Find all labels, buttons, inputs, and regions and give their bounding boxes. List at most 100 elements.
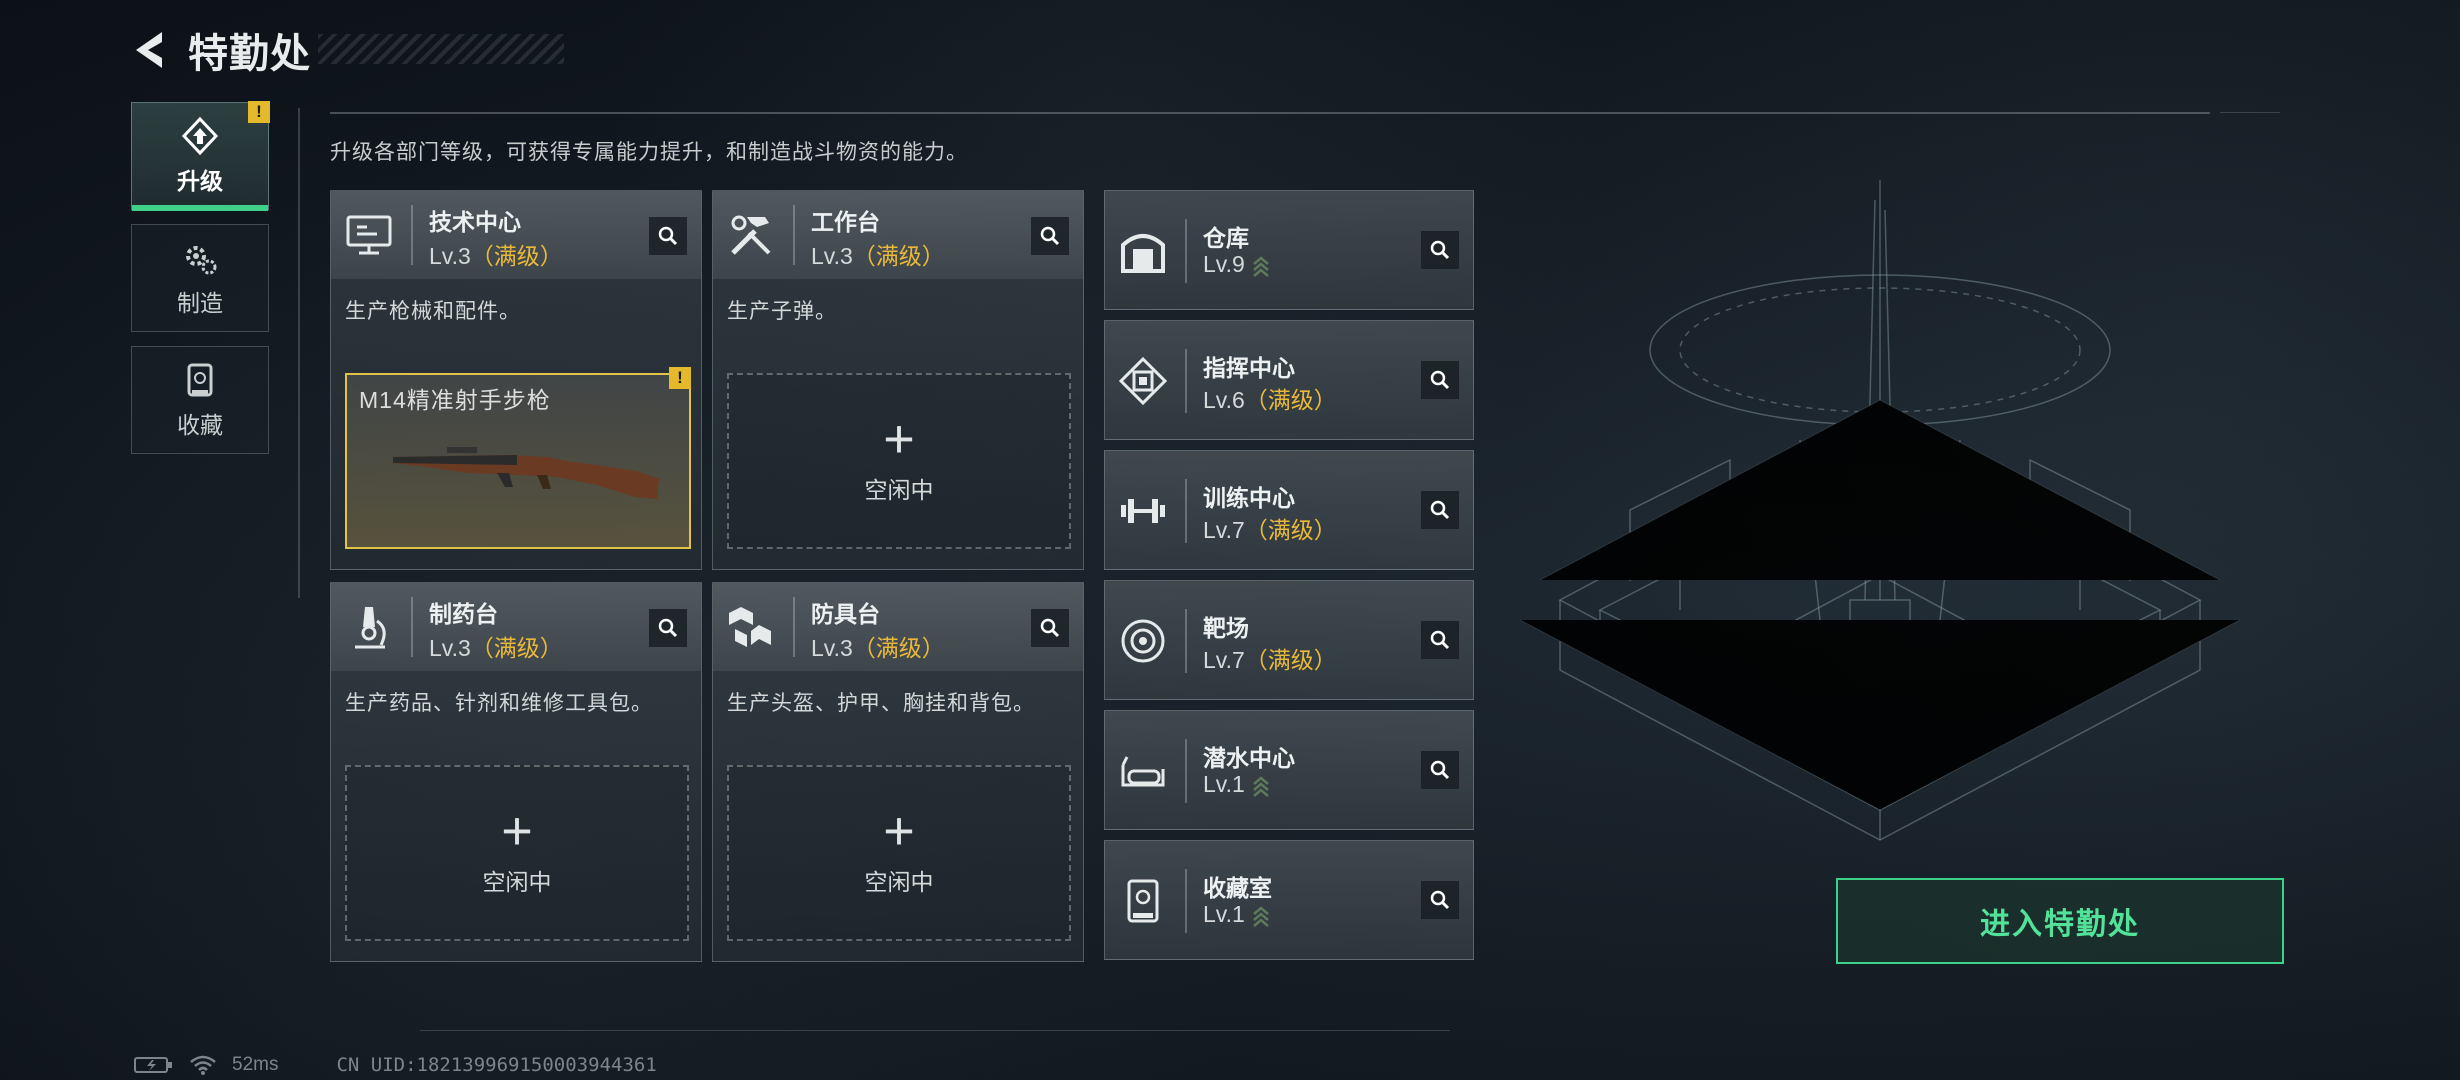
dept-name: 防具台: [811, 601, 880, 627]
facility-name: 靶场: [1203, 615, 1249, 641]
upgradable-chevron-icon: [1252, 776, 1269, 797]
inspect-button[interactable]: [1031, 217, 1069, 255]
dept-name: 工作台: [811, 209, 880, 235]
facility-level: Lv.1: [1203, 901, 1271, 928]
divider-vertical: [298, 108, 300, 598]
back-arrow-icon[interactable]: [128, 28, 172, 72]
wifi-icon: [190, 1055, 216, 1075]
separator: [411, 205, 413, 265]
separator: [793, 205, 795, 265]
nav-upgrade-label: 升级: [177, 168, 223, 194]
search-icon: [1430, 240, 1450, 260]
warehouse-icon: [1121, 234, 1165, 273]
inspect-button[interactable]: [1421, 231, 1459, 269]
dept-level: Lv.3（满级）: [811, 635, 945, 661]
card-header: 防具台 Lv.3（满级）: [713, 583, 1083, 671]
dept-level: Lv.3（满级）: [429, 243, 563, 269]
card-header: 制药台 Lv.3（满级）: [331, 583, 701, 671]
inspect-button[interactable]: [1421, 881, 1459, 919]
microscope-icon: [355, 607, 386, 649]
max-level-label: （满级）: [470, 635, 563, 661]
facility-collection-room[interactable]: 收藏室 Lv.1: [1104, 840, 1474, 960]
card-header: 工作台 Lv.3（满级）: [713, 191, 1083, 279]
cubes-icon: [729, 607, 771, 647]
building-wireframe-illustration: [1519, 180, 2241, 841]
dept-card-workbench[interactable]: 工作台 Lv.3（满级） 生产子弹。 + 空闲中: [712, 190, 1084, 570]
dept-card-tech-center[interactable]: 技术中心 Lv.3（满级） 生产枪械和配件。 M14精准射手步枪 !: [330, 190, 702, 570]
max-level-label: （满级）: [1244, 387, 1337, 413]
facility-name: 训练中心: [1203, 485, 1295, 511]
upgradable-chevron-icon: [1252, 256, 1269, 277]
search-icon: [1040, 226, 1060, 246]
inspect-button[interactable]: [649, 609, 687, 647]
upgradable-chevron-icon: [1252, 906, 1269, 927]
target-icon: [1121, 619, 1165, 663]
facility-warehouse[interactable]: 仓库 Lv.9: [1104, 190, 1474, 310]
empty-craft-slot[interactable]: + 空闲中: [727, 373, 1071, 549]
separator: [1185, 869, 1187, 933]
plus-icon: +: [883, 801, 915, 861]
plus-icon: +: [883, 409, 915, 469]
facility-command-center[interactable]: 指挥中心 Lv.6（满级）: [1104, 320, 1474, 440]
dept-description: 生产子弹。: [727, 300, 837, 323]
inspect-button[interactable]: [1421, 621, 1459, 659]
dept-name: 技术中心: [429, 209, 521, 235]
crafting-item-slot[interactable]: M14精准射手步枪 !: [345, 367, 691, 549]
search-icon: [1430, 890, 1450, 910]
warning-badge: !: [669, 367, 691, 389]
title-stripes-decoration: [318, 34, 564, 64]
facility-level: Lv.7（满级）: [1203, 647, 1337, 673]
plus-icon: +: [501, 801, 533, 861]
facility-shooting-range[interactable]: 靶场 Lv.7（满级）: [1104, 580, 1474, 700]
search-icon: [658, 226, 678, 246]
divider-horizontal: [330, 112, 2210, 114]
search-icon: [1430, 760, 1450, 780]
slot-status: 空闲中: [864, 869, 934, 895]
dept-description: 生产药品、针剂和维修工具包。: [345, 692, 653, 715]
facility-level: Lv.6（满级）: [1203, 387, 1337, 413]
inspect-button[interactable]: [1031, 609, 1069, 647]
facility-diving-center[interactable]: 潜水中心 Lv.1: [1104, 710, 1474, 830]
facility-level: Lv.7（满级）: [1203, 517, 1337, 543]
facility-level: Lv.9: [1203, 251, 1271, 278]
status-footer: 52ms CN UID:18213996915000394436​1: [134, 1054, 657, 1076]
inspect-button[interactable]: [1421, 751, 1459, 789]
nav-craft[interactable]: 制造: [131, 224, 269, 332]
empty-craft-slot[interactable]: + 空闲中: [345, 765, 689, 941]
facility-level: Lv.1: [1203, 771, 1271, 798]
empty-craft-slot[interactable]: + 空闲中: [727, 765, 1071, 941]
nav-upgrade[interactable]: 升级 !: [131, 101, 270, 211]
facility-name: 潜水中心: [1203, 745, 1295, 771]
search-icon: [1430, 370, 1450, 390]
inspect-button[interactable]: [1421, 361, 1459, 399]
bottom-decoration-line: [420, 1030, 1450, 1031]
inspect-button[interactable]: [1421, 491, 1459, 529]
dept-description: 生产枪械和配件。: [345, 300, 521, 323]
computer-icon: [346, 215, 392, 255]
dept-description: 生产头盔、护甲、胸挂和背包。: [727, 692, 1035, 715]
hammer-wrench-icon: [731, 215, 771, 255]
enter-button-label: 进入特勤处: [1980, 908, 2140, 941]
upgrade-description: 升级各部门等级，可获得专属能力提升，和制造战斗物资的能力。: [330, 141, 968, 164]
dept-card-armor[interactable]: 防具台 Lv.3（满级） 生产头盔、护甲、胸挂和背包。 + 空闲中: [712, 582, 1084, 962]
facility-training-center[interactable]: 训练中心 Lv.7（满级）: [1104, 450, 1474, 570]
max-level-label: （满级）: [470, 243, 563, 269]
card-header: 技术中心 Lv.3（满级）: [331, 191, 701, 279]
header: 特勤处: [128, 22, 311, 78]
dept-card-pharmacy[interactable]: 制药台 Lv.3（满级） 生产药品、针剂和维修工具包。 + 空闲中: [330, 582, 702, 962]
facility-name: 收藏室: [1203, 875, 1272, 901]
facility-name: 指挥中心: [1203, 355, 1295, 381]
upgrade-icon: [181, 116, 219, 156]
inspect-button[interactable]: [649, 217, 687, 255]
search-icon: [1430, 630, 1450, 650]
ping-value: 52ms: [232, 1054, 279, 1075]
nav-collection[interactable]: 收藏: [131, 346, 269, 454]
collection-case-icon: [187, 363, 213, 397]
diving-mask-icon: [1121, 756, 1165, 787]
page-title: 特勤处: [188, 32, 311, 76]
collection-case-icon: [1127, 879, 1159, 923]
rifle-image: [393, 447, 659, 499]
dept-level: Lv.3（满级）: [429, 635, 563, 661]
search-icon: [1040, 618, 1060, 638]
enter-special-ops-button[interactable]: 进入特勤处: [1836, 878, 2284, 964]
